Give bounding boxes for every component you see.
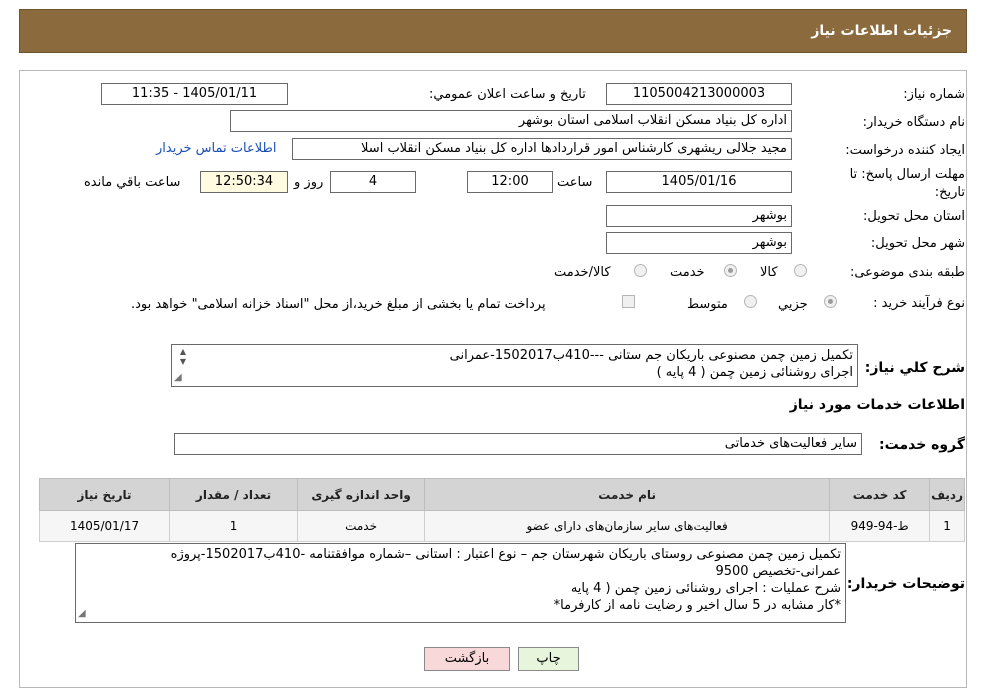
summary-line-1: تکمیل زمین چمن مصنوعی باریکان جم ستانی -… [449,348,853,363]
page-title: جزئیات اطلاعات نیاز [811,23,952,39]
service-group-label: گروه خدمت: [879,437,965,453]
col-header-service-name: نام خدمت [424,478,831,511]
services-table: رديف کد خدمت نام خدمت واحد اندازه گيری ت… [38,478,965,542]
print-button[interactable]: چاپ [518,647,579,671]
category-option-goods-service: کالا/خدمت [554,265,611,280]
back-button[interactable]: بازگشت [424,647,510,671]
buyer-notes-resize-icon[interactable]: ◢ [78,605,86,622]
cell-need-date: 1405/01/17 [38,510,171,542]
category-option-service: خدمت [670,265,705,280]
process-option-minor: جزيي [778,297,808,312]
need-number-label: شماره نیاز: [903,87,965,102]
summary-label: شرح كلي نياز: [864,360,965,376]
province-label: استان محل تحويل: [863,209,965,224]
service-group-field[interactable]: ساير فعاليت‌هاى خدماتى [174,433,862,455]
process-label: نوع فرآيند خريد : [873,296,965,311]
deadline-label: مهلت ارسال پاسخ: تا تاريخ: [849,167,965,200]
table-header-row: رديف کد خدمت نام خدمت واحد اندازه گيری ت… [38,478,965,511]
treasury-payment-checkbox[interactable] [622,295,635,308]
buyer-notes-textarea[interactable]: ◢ تکمیل زمین چمن مصنوعی روستای باریکان ش… [75,543,846,623]
category-radio-service[interactable] [724,264,737,277]
buyer-org-label: نام دستگاه خريدار: [862,115,965,130]
announce-datetime-field[interactable]: 1405/01/11 - 11:35 [101,83,288,105]
cell-row-num: 1 [929,510,965,542]
cell-service-name: فعاليت‌هاى ساير سازمان‌هاى داراى عضو [424,510,831,542]
process-option-medium: متوسط [687,297,728,312]
city-field[interactable]: بوشهر [606,232,792,254]
buyer-notes-line-2: عمرانی-تخصیص 9500 [715,564,841,579]
province-field[interactable]: بوشهر [606,205,792,227]
cell-service-code: ط-94-949 [829,510,931,542]
buyer-notes-label: توضيحات خريدار: [846,576,965,592]
creator-field[interactable]: مجید جلالی ریشهری کارشناس امور قراردادها… [292,138,792,160]
category-option-goods: کالا [760,265,778,280]
col-header-unit: واحد اندازه گيری [297,478,426,511]
days-label: روز و [294,175,324,190]
cell-quantity: 1 [169,510,299,542]
col-header-service-code: کد خدمت [829,478,931,511]
need-number-field[interactable]: 1105004213000003 [606,83,792,105]
city-label: شهر محل تحويل: [870,236,965,251]
buyer-org-field[interactable]: اداره کل بنیاد مسکن انقلاب اسلامی استان … [230,110,792,132]
creator-label: ايجاد کننده درخواست: [845,143,965,158]
buyer-notes-line-4: *کار مشابه در 5 سال اخیر و رضایت نامه از… [553,598,841,613]
category-radio-goods[interactable] [794,264,807,277]
announce-label: تاریخ و ساعت اعلان عمومي: [429,87,586,102]
process-radio-medium[interactable] [744,295,757,308]
buyer-notes-line-3: شرح عملیات : اجرای روشنائی زمین چمن ( 4 … [570,581,841,596]
remaining-time-field: 12:50:34 [200,171,288,193]
summary-scroll-icon[interactable]: ▲ ▼ [174,347,186,367]
deadline-date-field[interactable]: 1405/01/16 [606,171,792,193]
cell-unit: خدمت [297,510,426,542]
col-header-row-num: رديف [929,478,965,511]
treasury-payment-note: پرداخت تمام یا بخشی از مبلغ خرید،از محل … [131,297,546,312]
col-header-quantity: تعداد / مقدار [169,478,299,511]
summary-textarea[interactable]: ▲ ▼ ◢ تکمیل زمین چمن مصنوعی باریکان جم ست… [171,344,858,387]
remaining-label: ساعت باقي مانده [84,175,181,190]
category-label: طبقه بندی موضوعی: [849,265,965,280]
deadline-time-label: ساعت [557,175,593,190]
table-row: 1 ط-94-949 فعاليت‌هاى ساير سازمان‌هاى دا… [38,510,965,542]
summary-resize-icon[interactable]: ◢ [174,369,182,386]
page-header: جزئیات اطلاعات نیاز [19,9,967,53]
col-header-need-date: تاريخ نياز [38,478,171,511]
summary-line-2: اجرای روشنائی زمین چمن ( 4 پایه ) [656,365,853,380]
deadline-time-field[interactable]: 12:00 [467,171,553,193]
buyer-notes-line-1: تکمیل زمین چمن مصنوعی روستای باریکان شهر… [170,547,841,562]
days-field[interactable]: 4 [330,171,416,193]
contact-info-link[interactable]: اطلاعات تماس خريدار [156,141,276,156]
category-radio-goods-service[interactable] [634,264,647,277]
services-section-title: اطلاعات خدمات مورد نياز [789,397,965,413]
process-radio-minor[interactable] [824,295,837,308]
